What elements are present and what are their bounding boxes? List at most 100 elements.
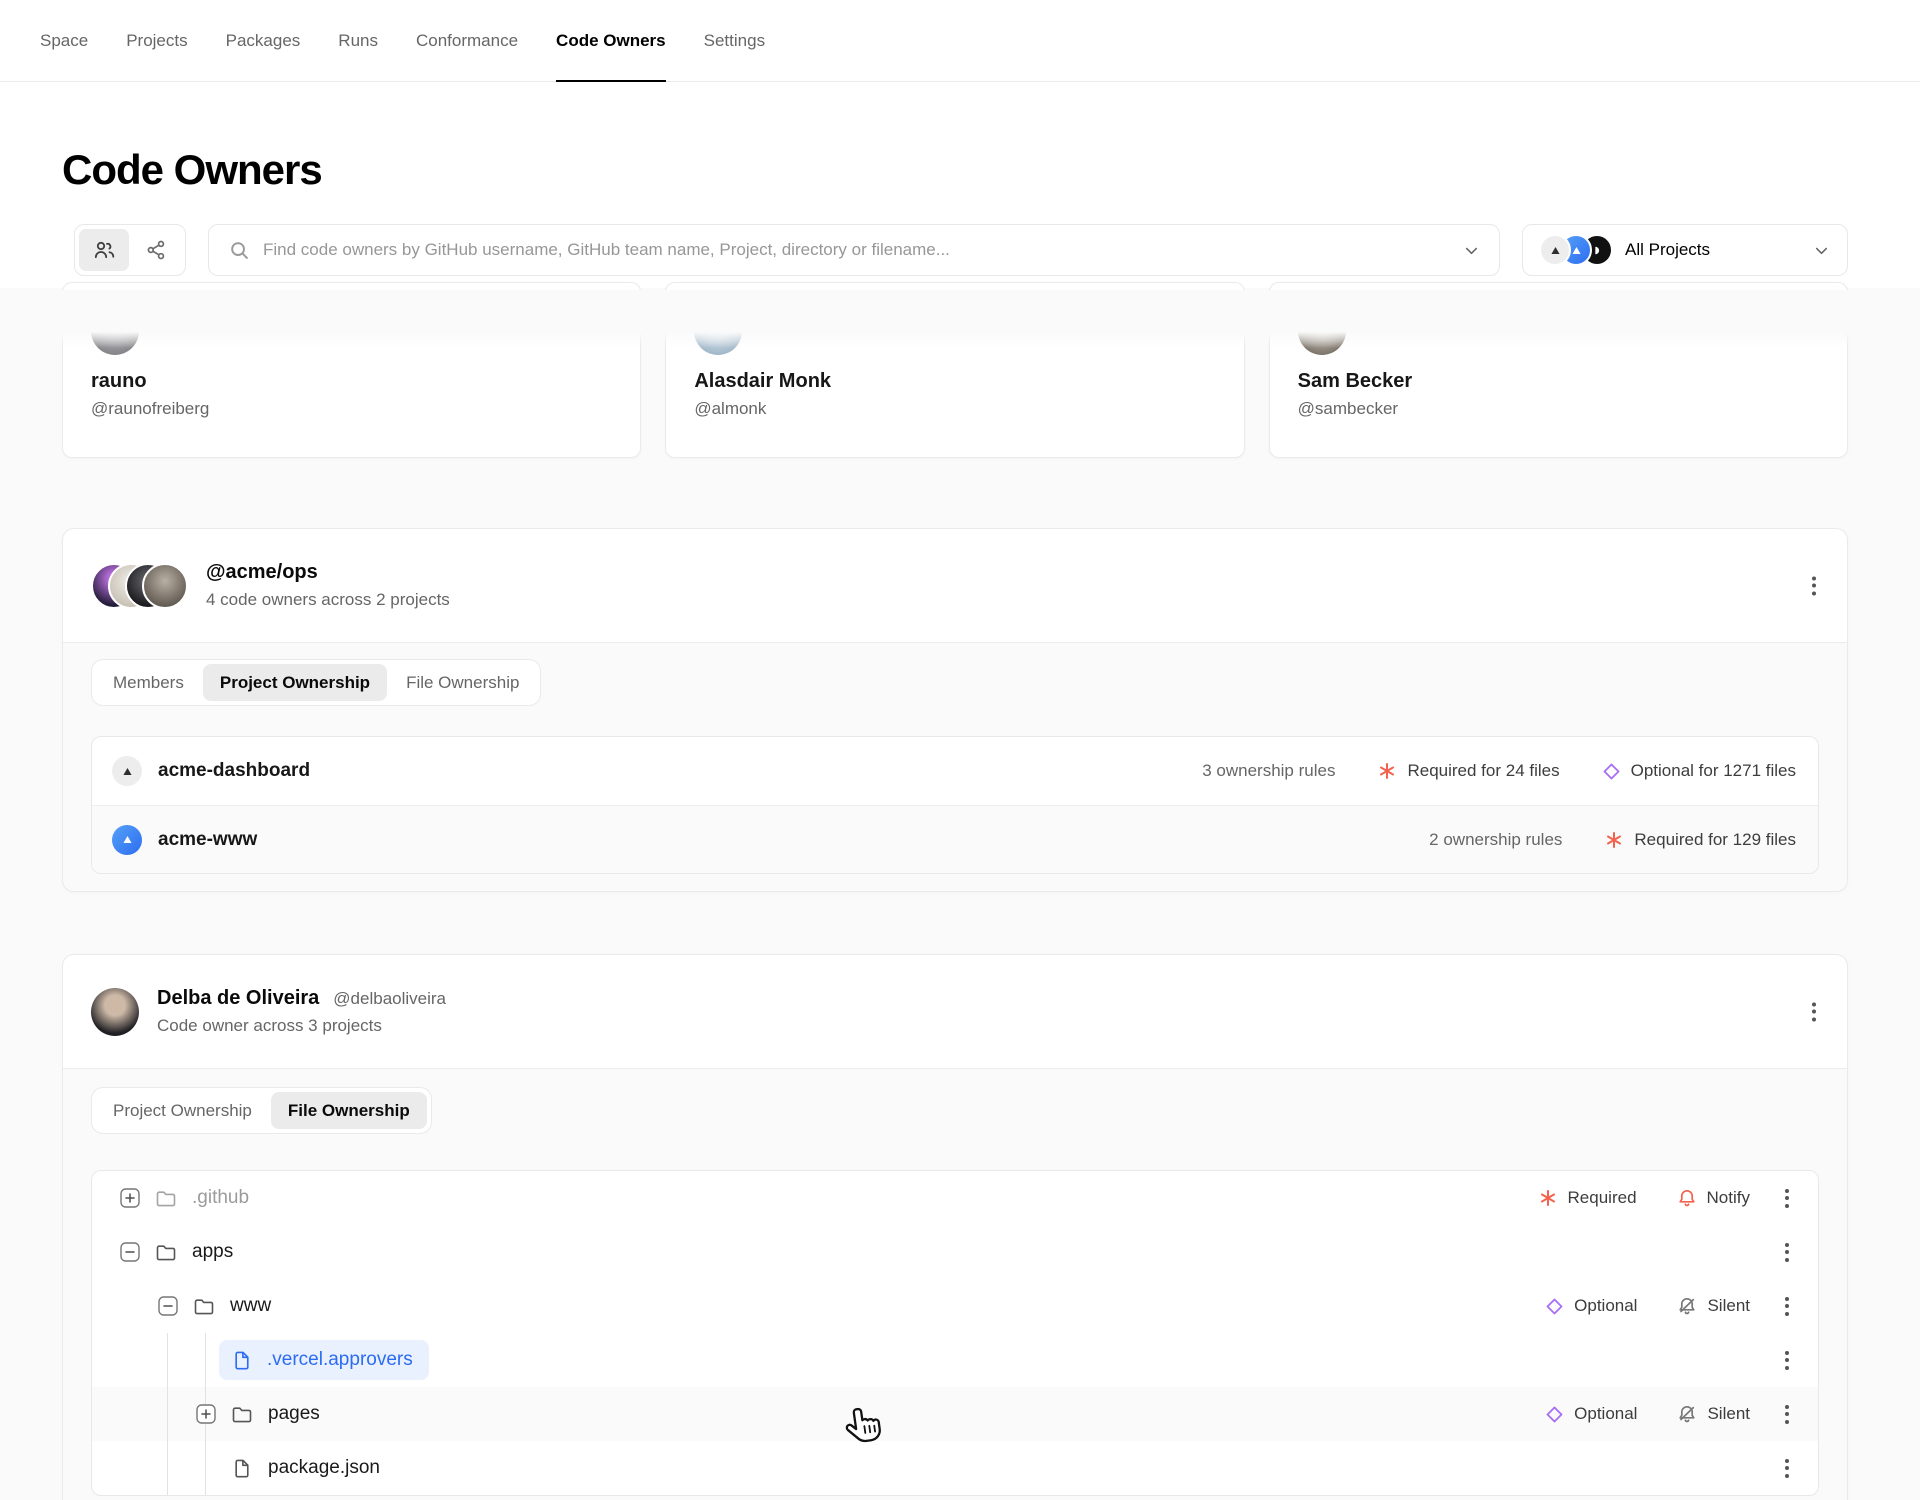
nav-tab-runs[interactable]: Runs bbox=[338, 0, 378, 81]
team-subtitle: 4 code owners across 2 projects bbox=[206, 590, 450, 609]
owner-handle: @raunofreiberg bbox=[91, 399, 210, 418]
tree-label: apps bbox=[192, 1241, 234, 1262]
tab-file-ownership[interactable]: File Ownership bbox=[389, 664, 536, 701]
owner-handle: @almonk bbox=[694, 399, 767, 418]
project-row[interactable]: acme-dashboard 3 ownership rules Require… bbox=[92, 737, 1818, 805]
collapse-icon[interactable] bbox=[120, 1242, 140, 1262]
tab-project-ownership[interactable]: Project Ownership bbox=[96, 1092, 269, 1129]
nav-tab-conformance[interactable]: Conformance bbox=[416, 0, 518, 81]
folder-icon bbox=[153, 1185, 179, 1211]
content-area: rauno @raunofreiberg Alasdair Monk @almo… bbox=[0, 282, 1920, 1500]
nav-tab-projects[interactable]: Projects bbox=[126, 0, 187, 81]
asterisk-icon bbox=[1604, 830, 1624, 850]
owner-card-alasdair[interactable]: Alasdair Monk @almonk bbox=[665, 282, 1245, 458]
team-name: @acme/ops bbox=[206, 561, 318, 583]
project-logo-icon bbox=[112, 824, 142, 855]
search-input[interactable] bbox=[263, 240, 1449, 260]
chevron-down-icon bbox=[1812, 241, 1831, 260]
required-badge: Required for 129 files bbox=[1604, 830, 1796, 850]
tab-project-ownership[interactable]: Project Ownership bbox=[202, 664, 388, 701]
tree-row-pages[interactable]: pages Optional Silent bbox=[92, 1387, 1818, 1441]
owner-handle: @sambecker bbox=[1297, 399, 1399, 418]
diamond-icon bbox=[1602, 762, 1621, 781]
tab-members[interactable]: Members bbox=[96, 664, 201, 701]
folder-icon bbox=[229, 1401, 255, 1427]
project-ownership-table: acme-dashboard 3 ownership rules Require… bbox=[91, 736, 1819, 874]
tree-row-www[interactable]: www Optional Silent bbox=[92, 1279, 1818, 1333]
file-icon bbox=[229, 1347, 255, 1373]
owner-card-sam[interactable]: Sam Becker @sambecker bbox=[1268, 282, 1848, 458]
search-icon bbox=[229, 240, 250, 261]
tree-row-github[interactable]: .github Required Notify bbox=[92, 1171, 1818, 1225]
silent-badge: Silent bbox=[1677, 1296, 1750, 1316]
tree-label: www bbox=[230, 1295, 272, 1316]
person-tabs: Project Ownership File Ownership bbox=[91, 1087, 432, 1134]
users-icon bbox=[92, 238, 116, 262]
kebab-menu-button[interactable] bbox=[1778, 1291, 1796, 1322]
owner-card-rauno[interactable]: rauno @raunofreiberg bbox=[62, 282, 642, 458]
tab-file-ownership[interactable]: File Ownership bbox=[270, 1092, 427, 1129]
kebab-menu-button[interactable] bbox=[1778, 1345, 1796, 1376]
avatar bbox=[1297, 307, 1346, 355]
optional-badge: Optional bbox=[1545, 1296, 1637, 1316]
selected-file-pill[interactable]: .vercel.approvers bbox=[219, 1340, 429, 1380]
person-name: Delba de Oliveira bbox=[157, 987, 320, 1009]
optional-badge: Optional bbox=[1545, 1404, 1637, 1424]
nav-tab-settings[interactable]: Settings bbox=[704, 0, 765, 81]
toolbar: All Projects bbox=[62, 224, 1848, 276]
kebab-menu-button[interactable] bbox=[1778, 1399, 1796, 1430]
ownership-rules-count: 3 ownership rules bbox=[1202, 761, 1336, 780]
expand-icon[interactable] bbox=[120, 1188, 140, 1208]
collapse-icon[interactable] bbox=[158, 1296, 178, 1316]
file-icon bbox=[229, 1455, 255, 1481]
folder-icon bbox=[191, 1293, 217, 1319]
tree-label: .vercel.approvers bbox=[267, 1349, 413, 1370]
person-subtitle: Code owner across 3 projects bbox=[157, 1016, 382, 1035]
projects-filter-select[interactable]: All Projects bbox=[1522, 224, 1848, 276]
project-logo-icon bbox=[1539, 234, 1571, 266]
optional-badge: Optional for 1271 files bbox=[1602, 761, 1796, 781]
diamond-icon bbox=[1545, 1405, 1564, 1424]
chevron-down-icon[interactable] bbox=[1462, 241, 1481, 260]
owner-cards-row: rauno @raunofreiberg Alasdair Monk @almo… bbox=[62, 282, 1848, 458]
diamond-icon bbox=[1545, 1297, 1564, 1316]
avatar bbox=[91, 307, 139, 355]
tree-label: pages bbox=[268, 1403, 320, 1424]
share-button[interactable] bbox=[131, 229, 181, 271]
nav-tab-code-owners[interactable]: Code Owners bbox=[556, 0, 666, 82]
person-panel-body: Project Ownership File Ownership .github… bbox=[63, 1069, 1847, 1500]
kebab-menu-button[interactable] bbox=[1805, 996, 1823, 1027]
avatar bbox=[142, 562, 188, 609]
kebab-menu-button[interactable] bbox=[1778, 1453, 1796, 1484]
owners-view-button[interactable] bbox=[79, 229, 129, 271]
tree-label: package.json bbox=[268, 1457, 380, 1478]
nav-tab-packages[interactable]: Packages bbox=[226, 0, 301, 81]
silent-badge: Silent bbox=[1677, 1404, 1750, 1424]
tree-row-package-json[interactable]: package.json bbox=[92, 1441, 1818, 1495]
team-panel-body: Members Project Ownership File Ownership… bbox=[63, 643, 1847, 891]
kebab-menu-button[interactable] bbox=[1778, 1183, 1796, 1214]
tree-row-apps[interactable]: apps bbox=[92, 1225, 1818, 1279]
kebab-menu-button[interactable] bbox=[1778, 1237, 1796, 1268]
asterisk-icon bbox=[1538, 1188, 1558, 1208]
kebab-menu-button[interactable] bbox=[1805, 570, 1823, 601]
project-name: acme-www bbox=[158, 828, 258, 850]
team-tabs: Members Project Ownership File Ownership bbox=[91, 659, 542, 706]
search-box bbox=[208, 224, 1500, 276]
owner-name: Alasdair Monk bbox=[694, 370, 832, 392]
top-nav: Space Projects Packages Runs Conformance… bbox=[0, 0, 1920, 82]
bell-slash-icon bbox=[1677, 1296, 1697, 1316]
expand-icon[interactable] bbox=[196, 1404, 216, 1424]
project-logos-stack bbox=[1539, 234, 1613, 266]
nav-tab-space[interactable]: Space bbox=[40, 0, 88, 81]
asterisk-icon bbox=[1377, 761, 1397, 781]
ownership-rules-count: 2 ownership rules bbox=[1429, 829, 1563, 849]
bell-slash-icon bbox=[1677, 1404, 1697, 1424]
tree-row-vercel-approvers[interactable]: .vercel.approvers bbox=[92, 1333, 1818, 1387]
tree-label: .github bbox=[192, 1187, 250, 1208]
page-header: Code Owners All Projects bbox=[0, 82, 1920, 288]
file-ownership-tree: .github Required Notify apps www Optiona… bbox=[91, 1170, 1819, 1496]
project-row[interactable]: acme-www 2 ownership rules Required for … bbox=[92, 805, 1818, 873]
view-toggle-group bbox=[74, 224, 186, 276]
team-avatar-stack bbox=[91, 562, 188, 609]
